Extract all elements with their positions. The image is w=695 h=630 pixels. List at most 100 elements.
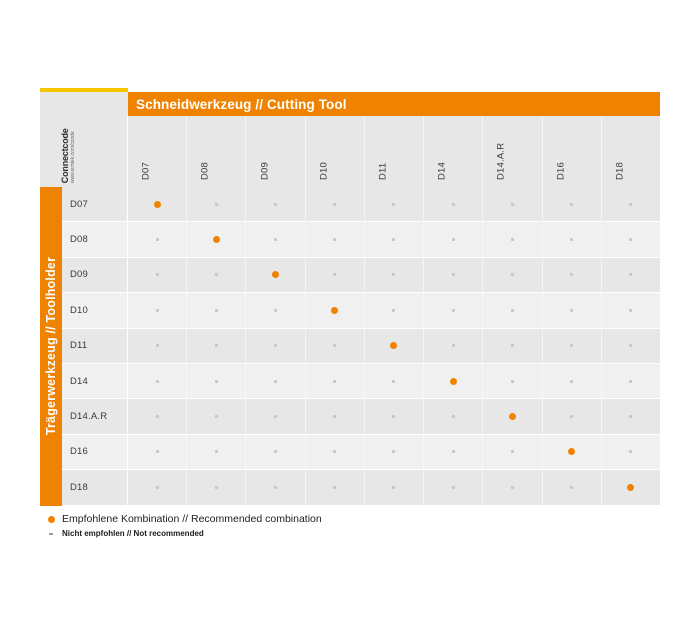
matrix-cell-d18-d18 (601, 470, 660, 506)
matrix-cell-d16-d10 (305, 434, 365, 471)
matrix-cell-d09-d18 (601, 257, 660, 294)
table-row: D11 (62, 328, 660, 364)
matrix-cell-d18-d07 (128, 470, 188, 506)
column-header-label: D14 (436, 161, 448, 180)
not-recommended-dash-icon (274, 450, 278, 454)
matrix-cell-d18-d16 (542, 470, 602, 506)
not-recommended-dash-icon (333, 450, 337, 454)
matrix-cell-d14-d10 (305, 363, 365, 400)
recommended-dot-icon (508, 413, 516, 421)
logo-brand-text: Connectcode (59, 128, 70, 183)
not-recommended-dash-icon (570, 273, 574, 277)
matrix-cell-d07-d07 (128, 187, 188, 223)
table-row: D14.A.R (62, 399, 660, 435)
not-recommended-dash-icon (570, 202, 574, 206)
not-recommended-dash-icon (510, 485, 514, 489)
matrix-cell-d16-d14 (424, 434, 484, 471)
column-axis-title: Schneidwerkzeug // Cutting Tool (128, 92, 660, 116)
column-header-label: D09 (259, 161, 271, 180)
column-header-d07: D07 (128, 116, 188, 187)
table-row: D07 (62, 187, 660, 223)
matrix-cell-d14-d08 (187, 363, 247, 400)
row-axis-title: Trägerwerkzeug // Toolholder (44, 257, 58, 436)
matrix-cell-d18-d10 (305, 470, 365, 506)
not-recommended-dash-icon (333, 202, 337, 206)
matrix-cell-d08-d14-a-r (483, 222, 543, 258)
matrix-cell-d14-a-r-d10 (305, 399, 365, 435)
matrix-cell-d14-d16 (542, 363, 602, 400)
not-recommended-dash-icon (451, 202, 455, 206)
recommended-dot-icon (627, 483, 635, 491)
not-recommended-dash-icon (629, 273, 633, 277)
not-recommended-dash-icon (570, 485, 574, 489)
column-header-label: D18 (614, 161, 626, 180)
matrix-cell-d14-a-r-d11 (364, 399, 425, 435)
matrix-cell-d09-d09 (246, 257, 306, 294)
legend-item-recommended: Empfohlene Kombination // Recommended co… (40, 513, 460, 525)
matrix-cell-d07-d09 (246, 187, 306, 223)
matrix-cell-d10-d09 (246, 293, 306, 329)
not-recommended-dash-icon (333, 238, 337, 242)
matrix-cell-d10-d16 (542, 293, 602, 329)
matrix-cell-d08-d18 (601, 222, 660, 258)
not-recommended-dash-icon (392, 308, 396, 312)
row-axis-title-bar: Trägerwerkzeug // Toolholder (40, 187, 62, 506)
column-header-d10: D10 (306, 116, 365, 187)
matrix-cell-d16-d14-a-r (483, 434, 543, 471)
matrix-cell-d10-d10 (305, 293, 365, 329)
not-recommended-dash-icon (392, 273, 396, 277)
matrix-cell-d10-d08 (187, 293, 247, 329)
not-recommended-dash-icon (392, 485, 396, 489)
not-recommended-dash-icon (214, 308, 218, 312)
matrix-cell-d07-d14 (424, 187, 484, 223)
matrix-cell-d16-d07 (128, 434, 188, 471)
matrix-cell-d16-d18 (601, 434, 660, 471)
column-header-d11: D11 (365, 116, 425, 187)
matrix-cell-d11-d18 (601, 328, 660, 364)
legend-dash-icon (40, 532, 62, 535)
not-recommended-dash-icon (214, 450, 218, 454)
matrix-cell-d07-d11 (364, 187, 425, 223)
row-header-d10: D10 (62, 293, 128, 329)
matrix-cell-d10-d07 (128, 293, 188, 329)
logo-cell: Connectcode www.simtek.com/ccode (40, 116, 128, 187)
matrix-cell-d09-d16 (542, 257, 602, 294)
matrix-cell-d16-d11 (364, 434, 425, 471)
not-recommended-dash-icon (155, 238, 159, 242)
row-header-d09: D09 (62, 257, 128, 294)
not-recommended-dash-icon (274, 238, 278, 242)
not-recommended-dash-icon (510, 273, 514, 277)
matrix-cell-d14-d14-a-r (483, 363, 543, 400)
matrix-cell-d14-a-r-d18 (601, 399, 660, 435)
not-recommended-dash-icon (274, 202, 278, 206)
not-recommended-dash-icon (510, 379, 514, 383)
legend-not-recommended-label: Nicht empfohlen // Not recommended (62, 529, 204, 538)
not-recommended-dash-icon (510, 238, 514, 242)
matrix-cell-d10-d11 (364, 293, 425, 329)
matrix-cell-d11-d08 (187, 328, 247, 364)
matrix-cell-d14-a-r-d14 (424, 399, 484, 435)
not-recommended-dash-icon (510, 450, 514, 454)
matrix-cell-d14-a-r-d08 (187, 399, 247, 435)
recommended-dot-icon (449, 377, 457, 385)
matrix-cell-d10-d18 (601, 293, 660, 329)
matrix-cell-d14-a-r-d14-a-r (483, 399, 543, 435)
not-recommended-dash-icon (451, 485, 455, 489)
not-recommended-dash-icon (155, 273, 159, 277)
row-header-d14-a-r: D14.A.R (62, 399, 128, 435)
not-recommended-dash-icon (629, 308, 633, 312)
matrix-cell-d16-d16 (542, 434, 602, 471)
not-recommended-dash-icon (274, 485, 278, 489)
not-recommended-dash-icon (629, 202, 633, 206)
table-row: D14 (62, 363, 660, 400)
recommended-dot-icon (212, 236, 220, 244)
not-recommended-dash-icon (629, 415, 633, 419)
matrix-cell-d18-d11 (364, 470, 425, 506)
not-recommended-dash-icon (274, 415, 278, 419)
recommended-dot-icon (390, 342, 398, 350)
column-header-d09: D09 (246, 116, 306, 187)
not-recommended-dash-icon (510, 344, 514, 348)
not-recommended-dash-icon (214, 273, 218, 277)
not-recommended-dash-icon (570, 344, 574, 348)
column-header-strip: Connectcode www.simtek.com/ccode D07 D08 D… (40, 116, 660, 187)
